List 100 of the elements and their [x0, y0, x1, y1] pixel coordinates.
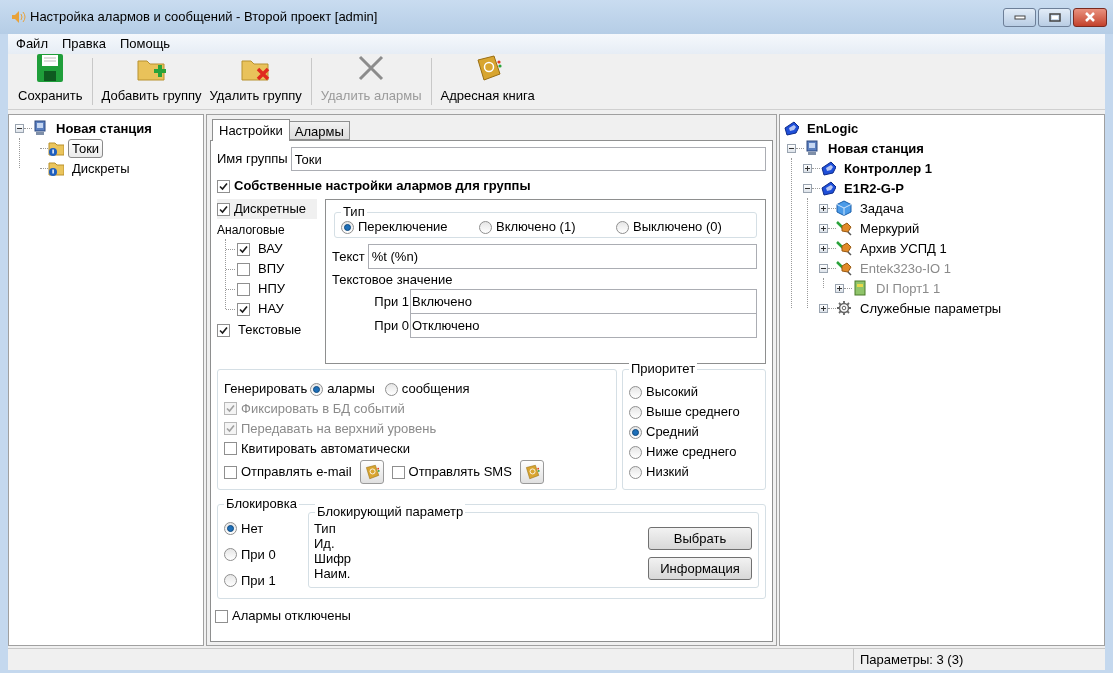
field-label: Тип: [314, 521, 337, 536]
menu-item[interactable]: Файл: [10, 34, 54, 54]
field-label: Генерировать: [224, 380, 308, 399]
input-field[interactable]: %t (%n): [367, 244, 757, 269]
radio-label: Переключение: [358, 218, 448, 237]
minimize-icon: [1013, 14, 1026, 20]
folder-info-icon: [48, 160, 64, 176]
section-label: Текстовое значение: [332, 271, 454, 289]
controller-icon: [783, 120, 799, 136]
checkbox[interactable]: [217, 323, 230, 337]
radio-label: Выключено (0): [633, 218, 722, 237]
maximize-button[interactable]: [1038, 7, 1071, 27]
menu-item[interactable]: Помощь: [113, 34, 177, 54]
checkbox[interactable]: [237, 302, 250, 316]
input-field[interactable]: Токи: [290, 147, 766, 171]
tree-item[interactable]: EnLogic: [803, 118, 863, 138]
toolbar-button[interactable]: Адресная книга: [436, 58, 539, 105]
collapse-toggle[interactable]: [803, 183, 812, 193]
controller-icon: [820, 180, 836, 196]
expand-toggle[interactable]: [819, 223, 828, 233]
tab[interactable]: Алармы: [289, 121, 350, 140]
group-title: Приоритет: [629, 361, 698, 377]
module-icon: [852, 280, 868, 296]
collapse-toggle[interactable]: [787, 143, 796, 153]
radio-button[interactable]: [629, 465, 642, 479]
radio-button[interactable]: [629, 405, 642, 419]
expand-toggle[interactable]: [819, 203, 828, 213]
checkbox[interactable]: [237, 282, 250, 296]
radio-button[interactable]: [224, 548, 237, 561]
checkbox[interactable]: [224, 465, 237, 479]
collapse-toggle[interactable]: [15, 123, 24, 133]
checkbox[interactable]: [391, 465, 405, 479]
checkbox-label: Отправлять e-mail: [241, 463, 352, 482]
radio-button[interactable]: [384, 382, 398, 396]
gear-icon: [836, 300, 852, 316]
plus-icon: [804, 164, 811, 172]
checkbox-label: Фиксировать в БД событий: [241, 399, 405, 418]
address-book-button[interactable]: [359, 460, 384, 484]
radio-button[interactable]: [310, 382, 324, 396]
radio-button[interactable]: [616, 220, 629, 234]
computer-icon: [32, 120, 48, 136]
tree-item[interactable]: Контроллер 1: [840, 158, 936, 178]
toolbar-button[interactable]: Сохранить: [14, 58, 87, 105]
tree-item[interactable]: Новая станция: [824, 138, 928, 158]
radio-button[interactable]: [479, 220, 492, 234]
checkbox-label: Отправлять SMS: [408, 463, 512, 482]
tab[interactable]: Настройки: [212, 119, 290, 141]
close-button[interactable]: [1073, 7, 1107, 27]
expand-toggle[interactable]: [819, 303, 828, 313]
window-title: Настройка алармов и сообщений - Второй проект [admin]: [30, 8, 378, 27]
push-button[interactable]: Информация: [648, 557, 752, 580]
toolbar-button[interactable]: Добавить группу: [97, 58, 206, 105]
tree-item[interactable]: Меркурий: [856, 218, 924, 238]
checkbox[interactable]: [217, 179, 230, 193]
maximize-icon: [1048, 12, 1061, 22]
minimize-button[interactable]: [1003, 7, 1036, 27]
radio-button[interactable]: [629, 385, 642, 399]
menu-item[interactable]: Правка: [55, 34, 112, 54]
tree-item[interactable]: Дискреты: [68, 158, 134, 178]
tree-item[interactable]: Служебные параметры: [856, 298, 1006, 318]
expand-toggle[interactable]: [819, 243, 828, 253]
radio-button[interactable]: [224, 574, 237, 587]
toolbar-button[interactable]: Удалить группу: [205, 58, 306, 105]
checkbox-label: ВАУ: [258, 240, 283, 259]
checkbox[interactable]: [224, 442, 237, 455]
checkbox[interactable]: [215, 609, 228, 623]
checkbox-label: Квитировать автоматически: [241, 439, 410, 458]
expand-toggle[interactable]: [803, 163, 812, 173]
radio-button[interactable]: [629, 425, 642, 439]
plug-icon: [836, 220, 852, 236]
cube-icon: [836, 200, 852, 216]
checkbox[interactable]: [217, 202, 230, 216]
radio-label: Высокий: [646, 383, 699, 402]
tree-item[interactable]: E1R2-G-P: [840, 178, 908, 198]
input-field[interactable]: Отключено: [410, 313, 757, 338]
radio-button[interactable]: [341, 220, 354, 234]
push-button[interactable]: Выбрать: [648, 527, 752, 550]
radio-label: Нет: [241, 519, 264, 538]
address-book-button[interactable]: [519, 460, 544, 484]
radio-button[interactable]: [629, 445, 642, 459]
input-field[interactable]: Включено: [410, 289, 757, 314]
computer-icon: [804, 140, 820, 156]
radio-button[interactable]: [224, 522, 237, 535]
field-label: Текст: [332, 247, 365, 266]
tree-item[interactable]: Архив УСПД 1: [856, 238, 951, 258]
checkbox-label: Алармы отключены: [232, 607, 351, 626]
checkbox[interactable]: [237, 262, 250, 276]
group-title: Блокировка: [224, 496, 299, 512]
tree-item[interactable]: Задача: [856, 198, 908, 218]
controller-icon: [820, 160, 836, 176]
field-label: Ид.: [314, 536, 336, 551]
checkbox[interactable]: [237, 242, 250, 256]
close-icon: [1084, 12, 1096, 22]
tree-item[interactable]: Новая станция: [52, 118, 156, 138]
plus-icon: [820, 244, 827, 252]
tree-item[interactable]: Токи: [68, 138, 104, 158]
radio-label: Включено (1): [496, 218, 576, 237]
status-text: Параметры: 3 (3): [853, 649, 1105, 670]
plus-icon: [836, 284, 843, 292]
plus-icon: [820, 224, 827, 232]
